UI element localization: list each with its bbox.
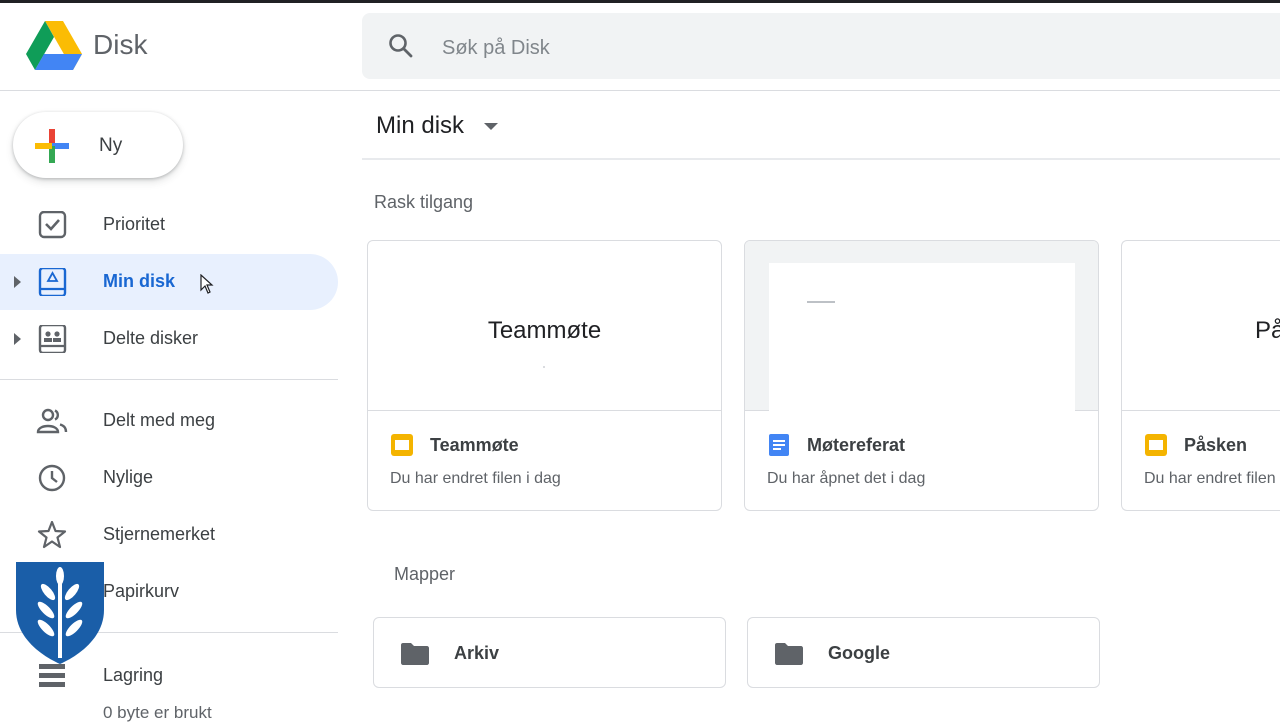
quick-access-card[interactable]: På Påsken Du har endret filen i dag	[1121, 240, 1280, 511]
header: Disk Søk på Disk	[0, 3, 1280, 91]
sidebar-item-nylige[interactable]: Nylige	[0, 450, 338, 506]
file-name: Møtereferat	[807, 435, 906, 455]
drive-logo-icon[interactable]	[26, 21, 82, 76]
search-icon[interactable]	[388, 33, 414, 64]
page-title[interactable]: Min disk	[376, 112, 464, 140]
preview-title: Teammøte	[487, 317, 602, 344]
sidebar-item-label: Lagring	[103, 665, 164, 685]
preview-mark	[543, 366, 545, 368]
sidebar-item-label: Papirkurv	[103, 581, 180, 601]
expand-caret-icon[interactable]	[14, 276, 21, 288]
folder-name: Arkiv	[454, 643, 500, 663]
star-icon	[36, 520, 68, 549]
storage-usage-text: 0 byte er brukt	[103, 703, 212, 722]
sidebar-item-prioritet[interactable]: Prioritet	[0, 197, 338, 253]
folder-name: Google	[828, 643, 890, 663]
sidebar-item-label: Delt med meg	[103, 410, 216, 430]
quick-access-card[interactable]: Møtereferat Du har åpnet det i dag	[744, 240, 1099, 511]
chevron-down-icon[interactable]	[484, 123, 498, 130]
sidebar-item-delt-med-meg[interactable]: Delt med meg	[0, 393, 338, 449]
file-preview[interactable]: Teammøte	[368, 241, 721, 411]
file-name: Påsken	[1184, 435, 1248, 455]
new-button[interactable]: Ny	[13, 112, 183, 178]
docs-file-icon	[767, 433, 791, 462]
main-divider	[362, 158, 1280, 160]
slides-file-icon	[390, 433, 414, 462]
slides-file-icon	[1144, 433, 1168, 462]
folders-heading: Mapper	[394, 564, 456, 584]
file-activity: Du har endret filen i dag	[390, 470, 561, 487]
clock-icon	[36, 464, 68, 492]
expand-caret-icon[interactable]	[14, 333, 21, 345]
file-activity: Du har åpnet det i dag	[767, 470, 926, 487]
sidebar-item-stjernemerket[interactable]: Stjernemerket	[0, 507, 338, 563]
quick-access-heading: Rask tilgang	[374, 192, 474, 212]
sidebar-item-min-disk[interactable]: Min disk	[0, 254, 338, 310]
plus-icon	[33, 127, 71, 170]
preview-title: På	[1255, 317, 1280, 344]
folder-icon	[400, 642, 430, 671]
search-bar[interactable]: Søk på Disk	[362, 13, 1280, 79]
folder-item[interactable]: Arkiv	[373, 617, 726, 688]
sidebar-item-label: Nylige	[103, 467, 154, 487]
sidebar-item-label: Min disk	[103, 271, 176, 291]
document-page	[769, 263, 1075, 411]
file-preview[interactable]: På	[1122, 241, 1280, 411]
folder-icon	[774, 642, 804, 671]
sidebar-item-label: Prioritet	[103, 214, 166, 234]
sidebar-item-delte-disker[interactable]: Delte disker	[0, 311, 338, 367]
drive-icon	[36, 266, 68, 298]
people-icon	[36, 407, 68, 435]
file-activity: Du har endret filen i dag	[1144, 470, 1280, 487]
sidebar-item-label: Delte disker	[103, 328, 199, 348]
document-text-line	[807, 301, 835, 303]
app-title[interactable]: Disk	[93, 29, 147, 61]
file-preview[interactable]	[745, 241, 1098, 411]
mouse-cursor-icon	[200, 273, 214, 299]
sidebar-divider	[0, 379, 338, 380]
shared-drives-icon	[36, 323, 68, 355]
checkbox-icon	[36, 210, 68, 239]
quick-access-card[interactable]: Teammøte Teammøte Du har endret filen i …	[367, 240, 722, 511]
file-name: Teammøte	[430, 435, 519, 455]
new-button-label: Ny	[99, 135, 123, 156]
shield-logo-icon	[14, 560, 106, 671]
sidebar-item-label: Stjernemerket	[103, 524, 216, 544]
search-input[interactable]: Søk på Disk	[442, 37, 550, 60]
folder-item[interactable]: Google	[747, 617, 1100, 688]
